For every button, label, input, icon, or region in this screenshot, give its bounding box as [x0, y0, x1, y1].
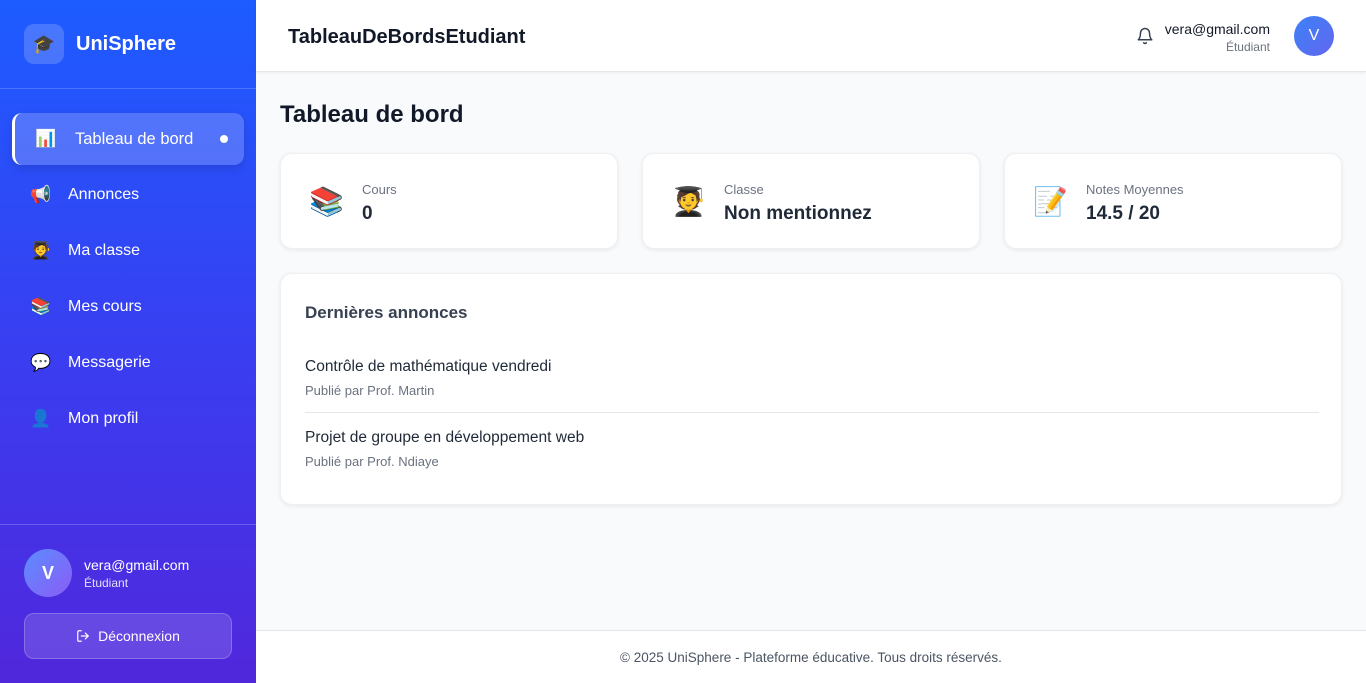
memo-icon: 📝	[1033, 186, 1068, 217]
stat-label: Classe	[724, 182, 764, 197]
sidebar-nav: 📊 Tableau de bord 📢 Annonces 🧑‍🎓 Ma clas…	[12, 113, 244, 449]
divider	[305, 412, 1319, 413]
logout-icon	[76, 629, 90, 643]
stat-label: Cours	[362, 182, 397, 197]
announcement-title: Contrôle de mathématique vendredi	[305, 358, 552, 375]
user-role: Étudiant	[84, 575, 129, 590]
person-icon: 👤	[30, 409, 52, 428]
list-item[interactable]: Contrôle de mathématique vendredi Publié…	[305, 358, 1319, 398]
avatar[interactable]: V	[1294, 16, 1334, 56]
sidebar-item-mon-profil[interactable]: 👤 Mon profil	[12, 393, 244, 445]
sidebar-item-dashboard[interactable]: 📊 Tableau de bord	[12, 113, 244, 165]
stat-card-classe: 🧑‍🎓 Classe Non mentionnez	[642, 153, 980, 249]
chat-bubble-icon: 💬	[30, 353, 52, 372]
user-email: vera@gmail.com	[84, 556, 190, 573]
announcements-card: Dernières annonces Contrôle de mathémati…	[280, 273, 1342, 505]
sidebar-item-label: Messagerie	[68, 354, 151, 371]
divider	[0, 524, 256, 525]
top-header: TableauDeBordsEtudiant vera@gmail.com Ét…	[256, 0, 1366, 72]
sidebar-item-label: Tableau de bord	[75, 129, 194, 148]
student-icon: 🧑‍🎓	[30, 241, 52, 260]
user-role: Étudiant	[1225, 40, 1270, 54]
stat-card-cours: 📚 Cours 0	[280, 153, 618, 249]
books-icon: 📚	[309, 186, 344, 217]
footer-text: © 2025 UniSphere - Plateforme éducative.…	[620, 649, 1002, 665]
sidebar-item-messagerie[interactable]: 💬 Messagerie	[12, 337, 244, 389]
user-email: vera@gmail.com	[1164, 21, 1270, 37]
announcement-title: Projet de groupe en développement web	[305, 429, 585, 446]
avatar: V	[24, 549, 72, 597]
stat-card-notes: 📝 Notes Moyennes 14.5 / 20	[1004, 153, 1342, 249]
books-icon: 📚	[30, 297, 52, 316]
stat-value: 0	[362, 203, 373, 224]
list-item[interactable]: Projet de groupe en développement web Pu…	[305, 429, 1319, 469]
header-user: vera@gmail.com Étudiant	[1165, 21, 1270, 54]
sidebar-item-annonces[interactable]: 📢 Annonces	[12, 169, 244, 221]
stat-value: 14.5 / 20	[1086, 203, 1160, 224]
sidebar-item-ma-classe[interactable]: 🧑‍🎓 Ma classe	[12, 225, 244, 277]
bell-icon[interactable]	[1136, 27, 1154, 45]
logout-label: Déconnexion	[98, 628, 180, 644]
logout-button[interactable]: Déconnexion	[24, 613, 232, 659]
sidebar-item-label: Annonces	[68, 186, 140, 203]
divider	[0, 88, 256, 89]
footer: © 2025 UniSphere - Plateforme éducative.…	[256, 630, 1366, 683]
student-icon: 🧑‍🎓	[671, 186, 706, 217]
announcement-author: Publié par Prof. Martin	[305, 383, 435, 398]
sidebar-item-mes-cours[interactable]: 📚 Mes cours	[12, 281, 244, 333]
stat-label: Notes Moyennes	[1086, 182, 1184, 197]
graduation-cap-icon: 🎓	[24, 24, 64, 64]
announcement-author: Publié par Prof. Ndiaye	[305, 454, 439, 469]
sidebar-item-label: Mon profil	[68, 410, 139, 427]
megaphone-icon: 📢	[30, 185, 52, 204]
stat-value: Non mentionnez	[724, 203, 872, 224]
announcements-title: Dernières annonces	[305, 303, 468, 322]
sidebar-item-label: Mes cours	[68, 298, 142, 315]
sidebar-item-label: Ma classe	[68, 242, 141, 259]
sidebar-user: V vera@gmail.com Étudiant	[24, 549, 189, 597]
sidebar: 🎓 UniSphere 📊 Tableau de bord 📢 Annonces…	[0, 0, 256, 683]
header-title: TableauDeBordsEtudiant	[288, 26, 526, 48]
page-title: Tableau de bord	[280, 101, 464, 128]
brand[interactable]: 🎓 UniSphere	[24, 24, 176, 64]
active-indicator	[220, 135, 228, 143]
brand-name: UniSphere	[76, 32, 177, 55]
chart-icon: 📊	[35, 129, 57, 148]
